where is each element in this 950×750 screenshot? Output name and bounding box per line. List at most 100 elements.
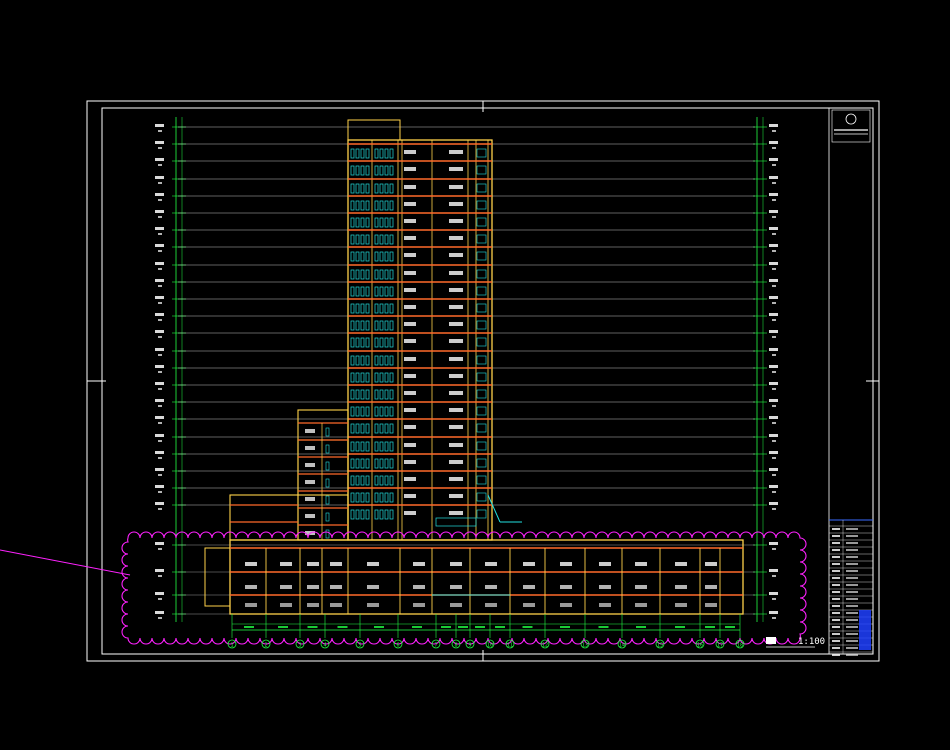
title-block-stamp [859,610,871,650]
level-tag [158,440,162,442]
title-block-cell-text [846,591,858,593]
room-label [404,494,416,498]
room-label [449,460,463,464]
level-tag [158,354,162,356]
room-label [705,603,717,607]
grid-bubble-label: 15 [657,643,663,649]
level-tag [772,319,776,321]
room-label [675,603,687,607]
room-label [523,603,535,607]
level-tag [772,405,776,407]
title-block-cell-text [846,549,858,551]
grid-bubble-label: 9 [468,643,471,649]
room-label [404,511,416,515]
room-label [449,494,463,498]
level-tag [769,227,778,230]
level-tag [158,575,162,577]
level-tag [772,422,776,424]
level-tag [158,371,162,373]
grid-bubble-label: 12 [542,643,548,649]
level-tag [769,399,778,402]
room-label [413,603,425,607]
dimension-text [560,626,570,628]
level-tag [772,182,776,184]
level-tag [769,416,778,419]
level-tag [158,182,162,184]
room-label [330,603,342,607]
room-label [404,322,416,326]
room-label [449,219,463,223]
room-label [413,585,425,589]
level-tag [769,296,778,299]
room-label [404,202,416,206]
level-tag [155,434,164,437]
level-tag [155,330,164,333]
level-tag [155,451,164,454]
level-tag [155,485,164,488]
level-tag [769,210,778,213]
dimension-text [598,626,609,628]
room-label [449,271,463,275]
dimension-text [441,626,451,628]
room-label [404,219,416,223]
level-tag [769,244,778,247]
room-label [449,357,463,361]
level-tag [158,422,162,424]
grid-bubble-label: 5 [358,643,361,649]
level-tag [158,164,162,166]
room-label [330,585,342,589]
level-tag [772,302,776,304]
room-label [404,185,416,189]
level-tag [772,164,776,166]
room-label [367,585,379,589]
level-tag [769,279,778,282]
room-label [404,305,416,309]
level-tag [772,216,776,218]
room-label [280,585,292,589]
room-label [404,150,416,154]
level-tag [769,176,778,179]
level-tag [158,147,162,149]
room-label [245,562,257,566]
room-label [449,305,463,309]
grid-bubble-label: 16 [697,643,703,649]
room-label [305,497,315,501]
room-label [449,477,463,481]
room-label [485,603,497,607]
room-label [635,585,647,589]
level-tag [155,296,164,299]
room-label [523,585,535,589]
room-label [450,603,462,607]
level-tag [772,548,776,550]
room-label [635,603,647,607]
title-block-cell-text [832,605,840,607]
level-tag [769,611,778,614]
title-block-cell-text [846,584,858,586]
room-label [705,585,717,589]
level-tag [158,548,162,550]
level-tag [155,592,164,595]
level-tag [155,210,164,213]
room-label [404,443,416,447]
dimension-text [278,626,288,628]
grid-bubble-label: 2 [264,643,267,649]
level-tag [769,365,778,368]
grid-bubble-label: 8 [454,643,457,649]
room-label [560,603,572,607]
grid-bubble-label: 7 [434,643,437,649]
level-tag [772,199,776,201]
level-tag [155,158,164,161]
title-block-cell-text [846,528,858,530]
level-tag [155,468,164,471]
level-tag [769,569,778,572]
level-tag [769,262,778,265]
room-label [404,339,416,343]
title-block-cell-text [846,598,858,600]
level-tag [158,130,162,132]
grid-bubble-label: 14 [619,643,625,649]
room-label [560,585,572,589]
room-label [449,236,463,240]
level-tag [158,233,162,235]
room-label [404,460,416,464]
room-label [413,562,425,566]
